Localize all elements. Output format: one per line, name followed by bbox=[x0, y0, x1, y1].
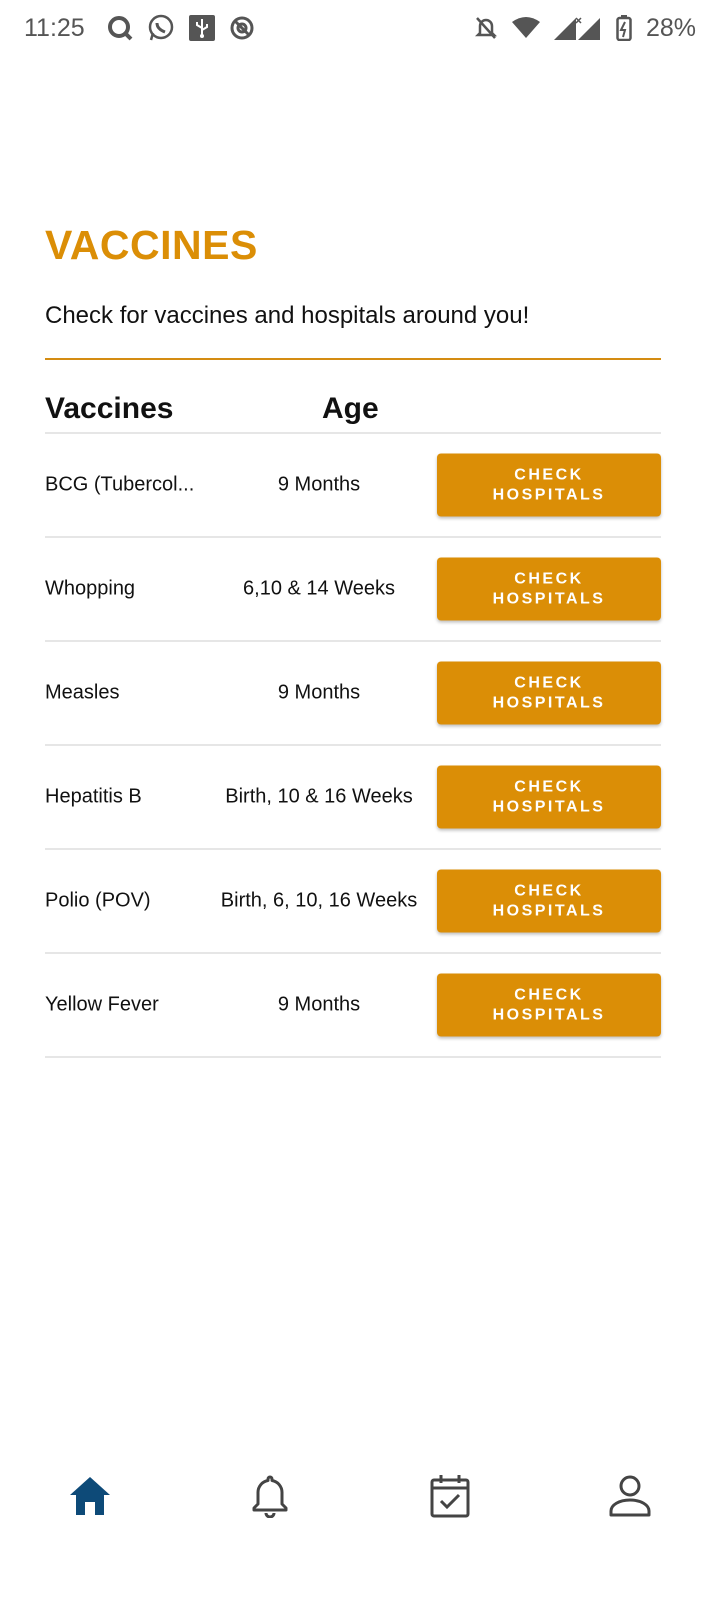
table-header: Vaccines Age bbox=[45, 386, 661, 434]
nav-profile[interactable] bbox=[585, 1451, 675, 1541]
header-divider bbox=[45, 358, 661, 360]
check-hospitals-button[interactable]: CHECK HOSPITALS bbox=[437, 661, 661, 725]
nav-notifications[interactable] bbox=[225, 1451, 315, 1541]
check-hospitals-button[interactable]: CHECK HOSPITALS bbox=[437, 453, 661, 517]
q-app-icon bbox=[107, 15, 133, 41]
signal-icon bbox=[553, 16, 602, 40]
calendar-check-icon bbox=[430, 1475, 470, 1518]
status-left: 11:25 bbox=[24, 14, 255, 43]
battery-percent: 28% bbox=[645, 13, 696, 42]
table-row: Hepatitis B Birth, 10 & 16 Weeks CHECK H… bbox=[45, 746, 661, 850]
vaccine-age: 9 Months bbox=[277, 473, 361, 496]
table-row: Measles 9 Months CHECK HOSPITALS bbox=[45, 642, 661, 746]
nav-calendar[interactable] bbox=[405, 1451, 495, 1541]
status-time: 11:25 bbox=[24, 13, 85, 42]
page-title: VACCINES bbox=[45, 222, 258, 268]
vaccine-name: Polio (POV) bbox=[45, 889, 151, 912]
vaccine-name: BCG (Tubercol... bbox=[45, 473, 195, 496]
battery-icon bbox=[616, 15, 632, 41]
column-header-age: Age bbox=[322, 392, 379, 425]
profile-icon bbox=[609, 1475, 651, 1517]
mute-icon bbox=[474, 15, 498, 41]
vaccines-table: Vaccines Age BCG (Tubercol... 9 Months C… bbox=[45, 386, 661, 1058]
vaccine-age: 9 Months bbox=[277, 993, 361, 1016]
whatsapp-icon bbox=[147, 14, 175, 42]
status-bar: 11:25 28% bbox=[0, 0, 720, 56]
table-row: Whopping 6,10 & 14 Weeks CHECK HOSPITALS bbox=[45, 538, 661, 642]
vaccines-screen: 11:25 28% VACCINES Check for vaccines an… bbox=[0, 0, 720, 1600]
home-icon bbox=[70, 1477, 110, 1515]
table-row: BCG (Tubercol... 9 Months CHECK HOSPITAL… bbox=[45, 434, 661, 538]
status-right: 28% bbox=[474, 14, 696, 43]
usb-icon bbox=[188, 15, 215, 41]
vaccine-age: Birth, 10 & 16 Weeks bbox=[225, 785, 413, 808]
vaccine-age: 9 Months bbox=[277, 681, 361, 704]
vaccine-name: Whopping bbox=[45, 577, 136, 600]
table-row: Yellow Fever 9 Months CHECK HOSPITALS bbox=[45, 954, 661, 1058]
wifi-icon bbox=[511, 16, 540, 40]
vaccine-age: 6,10 & 14 Weeks bbox=[243, 577, 395, 600]
column-header-vaccines: Vaccines bbox=[45, 392, 174, 425]
check-hospitals-button[interactable]: CHECK HOSPITALS bbox=[437, 973, 661, 1037]
vaccine-name: Hepatitis B bbox=[45, 785, 142, 808]
vaccine-name: Measles bbox=[45, 681, 120, 704]
bell-icon bbox=[252, 1475, 288, 1518]
vaccine-age: Birth, 6, 10, 16 Weeks bbox=[220, 889, 418, 912]
nav-home[interactable] bbox=[45, 1451, 135, 1541]
bottom-nav bbox=[0, 1448, 720, 1544]
table-row: Polio (POV) Birth, 6, 10, 16 Weeks CHECK… bbox=[45, 850, 661, 954]
vaccine-name: Yellow Fever bbox=[45, 993, 159, 1016]
vpn-icon bbox=[229, 15, 255, 41]
check-hospitals-button[interactable]: CHECK HOSPITALS bbox=[437, 557, 661, 621]
check-hospitals-button[interactable]: CHECK HOSPITALS bbox=[437, 765, 661, 829]
check-hospitals-button[interactable]: CHECK HOSPITALS bbox=[437, 869, 661, 933]
page-subtitle: Check for vaccines and hospitals around … bbox=[45, 302, 530, 329]
